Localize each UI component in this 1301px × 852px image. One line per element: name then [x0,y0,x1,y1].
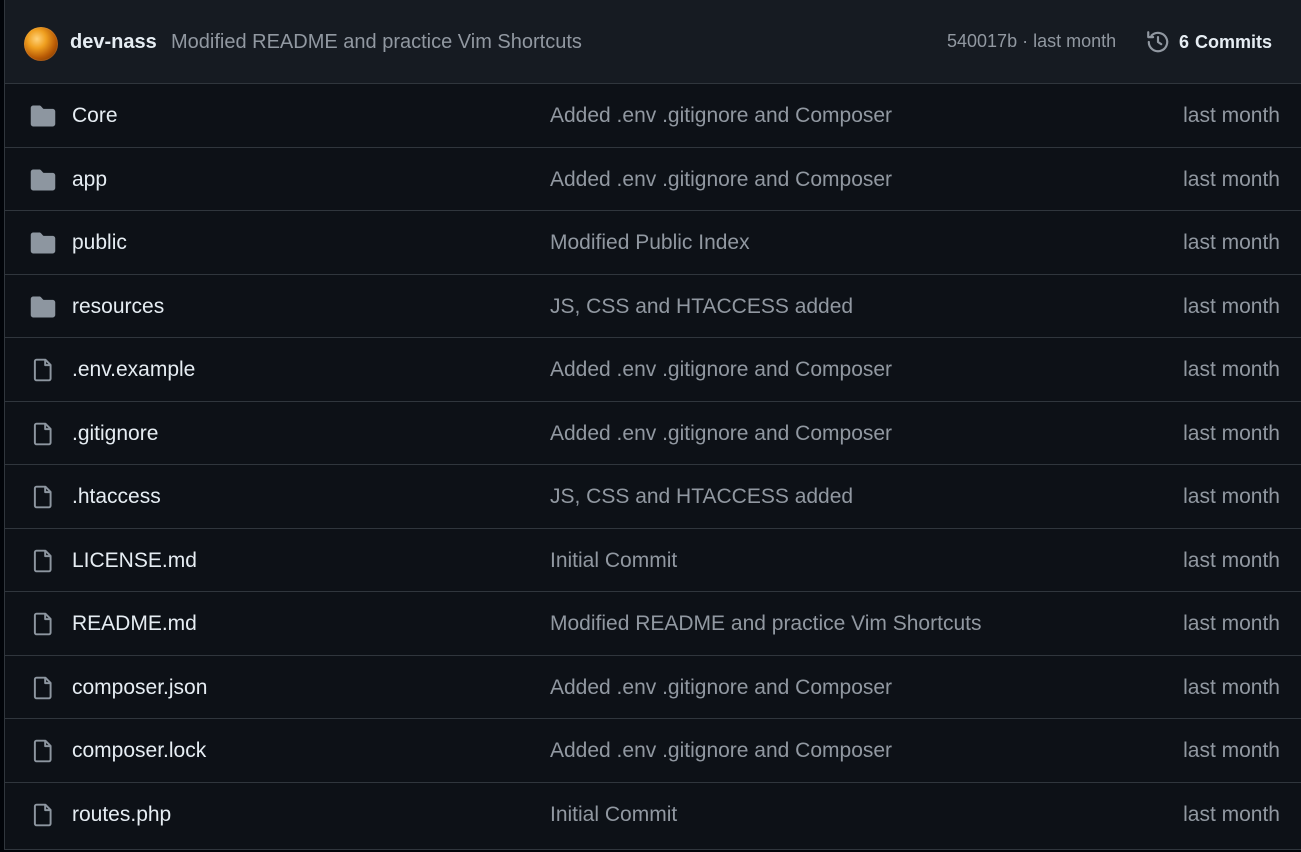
file-name-link[interactable]: .env.example [72,358,195,382]
file-commit-date: last month [1183,675,1280,699]
file-commit-message-link[interactable]: JS, CSS and HTACCESS added [550,295,853,319]
file-name-link[interactable]: LICENSE.md [72,549,197,573]
commits-label: Commits [1195,31,1273,52]
file-commit-date: last month [1183,548,1280,572]
file-row[interactable]: .htaccess JS, CSS and HTACCESS added last … [5,465,1301,529]
file-commit-message-link[interactable]: JS, CSS and HTACCESS added [550,485,853,509]
file-name-link[interactable]: resources [72,295,164,319]
folder-icon [29,167,57,193]
file-name-link[interactable]: app [72,168,107,192]
file-row[interactable]: LICENSE.md Initial Commit last month [5,529,1301,592]
file-row[interactable]: app Added .env .gitignore and Composer las… [5,148,1301,211]
file-commit-message-link[interactable]: Added .env .gitignore and Composer [550,676,892,700]
file-commit-message-link[interactable]: Initial Commit [550,803,677,827]
commit-author-link[interactable]: dev-nass [70,31,157,54]
latest-commit-bar: dev-nass Modified README and practice Vi… [5,0,1301,84]
commit-hash[interactable]: 540017b [947,31,1017,51]
file-row[interactable]: composer.json Added .env .gitignore and C… [5,656,1301,719]
file-commit-message-link[interactable]: Added .env .gitignore and Composer [550,104,892,128]
file-commit-message-link[interactable]: Modified README and practice Vim Shortcu… [550,612,981,636]
file-row[interactable]: public Modified Public Index last month [5,211,1301,275]
file-commit-date: last month [1183,358,1280,381]
file-icon [29,357,57,383]
file-icon [29,611,57,637]
file-icon [29,484,57,510]
file-row[interactable]: Core Added .env .gitignore and Composer la… [5,84,1301,148]
commit-time: last month [1033,31,1117,51]
file-icon [29,421,57,447]
file-icon [29,738,57,764]
file-row[interactable]: composer.lock Added .env .gitignore and C… [5,719,1301,783]
file-commit-message-link[interactable]: Added .env .gitignore and Composer [550,358,892,382]
file-row[interactable]: README.md Modified README and practice Vi… [5,592,1301,656]
file-commit-date: last month [1183,612,1280,635]
file-name-link[interactable]: composer.json [72,676,207,700]
history-icon [1145,29,1171,55]
file-commit-date: last month [1183,167,1280,191]
latest-commit-meta[interactable]: 540017b · last month [947,31,1116,52]
file-commit-date: last month [1183,739,1280,762]
file-icon [29,802,57,828]
file-icon [29,675,57,701]
file-commit-date: last month [1183,294,1280,318]
latest-commit-message[interactable]: Modified README and practice Vim Shortcu… [171,31,582,54]
file-commit-date: last month [1183,485,1280,508]
avatar[interactable] [24,27,58,61]
file-commit-message-link[interactable]: Added .env .gitignore and Composer [550,168,892,192]
file-commit-date: last month [1183,802,1280,826]
file-commit-date: last month [1183,231,1280,254]
file-name-link[interactable]: routes.php [72,803,171,827]
file-name-link[interactable]: public [72,231,127,255]
file-commit-message-link[interactable]: Added .env .gitignore and Composer [550,422,892,446]
commits-count: 6 [1179,31,1190,52]
file-name-link[interactable]: .gitignore [72,422,158,446]
commits-history-button[interactable]: 6 Commits [1145,29,1272,55]
folder-icon [29,230,57,256]
file-list: Core Added .env .gitignore and Composer la… [5,84,1301,846]
file-row[interactable]: routes.php Initial Commit last month [5,783,1301,847]
file-browser: dev-nass Modified README and practice Vi… [4,0,1301,850]
folder-icon [29,103,57,129]
file-row[interactable]: .gitignore Added .env .gitignore and Comp… [5,402,1301,465]
file-name-link[interactable]: Core [72,104,118,128]
file-name-link[interactable]: .htaccess [72,485,161,509]
file-icon [29,548,57,574]
file-name-link[interactable]: composer.lock [72,739,206,763]
file-row[interactable]: resources JS, CSS and HTACCESS added last … [5,275,1301,338]
file-commit-date: last month [1183,104,1280,127]
folder-icon [29,294,57,320]
file-commit-message-link[interactable]: Initial Commit [550,549,677,573]
file-commit-date: last month [1183,421,1280,445]
file-commit-message-link[interactable]: Added .env .gitignore and Composer [550,739,892,763]
file-commit-message-link[interactable]: Modified Public Index [550,231,750,255]
commit-meta-separator: · [1022,31,1029,51]
file-row[interactable]: .env.example Added .env .gitignore and Co… [5,338,1301,402]
file-name-link[interactable]: README.md [72,612,197,636]
